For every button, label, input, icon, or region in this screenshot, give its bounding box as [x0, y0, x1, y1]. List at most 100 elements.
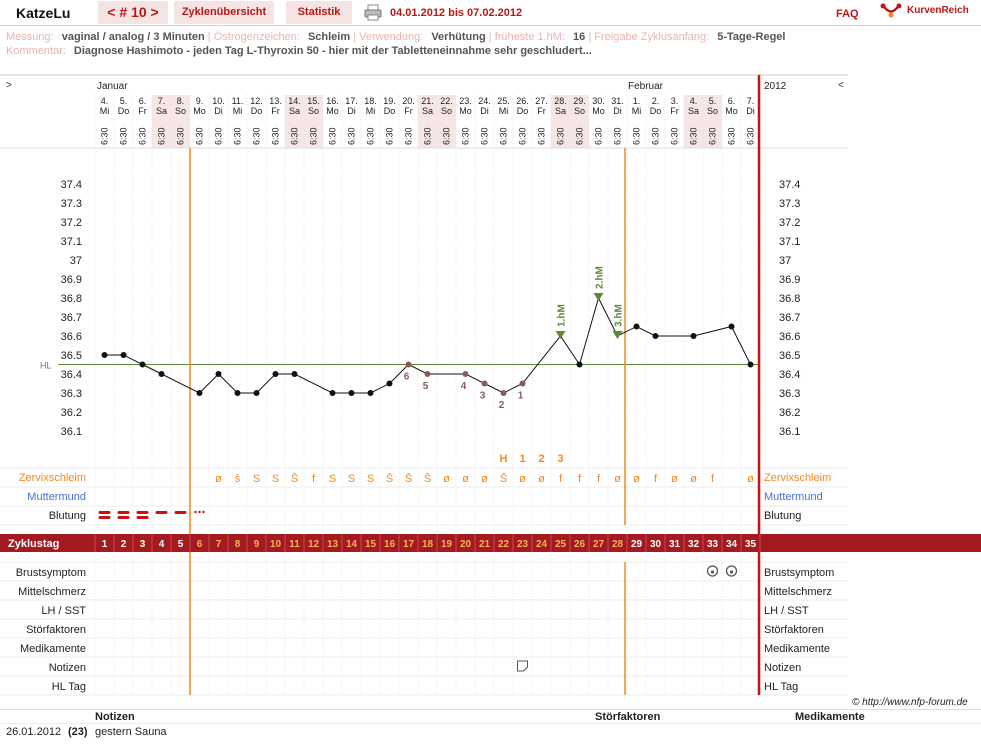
- cycle-day: 16: [384, 539, 396, 550]
- cycle-day: 21: [479, 539, 491, 550]
- y-tick-right: 36.1: [779, 426, 800, 438]
- day-weekday: Mi: [233, 106, 243, 116]
- nav-next[interactable]: <: [838, 80, 844, 91]
- y-tick-left: 36.4: [61, 369, 82, 381]
- spotting-mark: [198, 510, 201, 514]
- temperature-point: [196, 390, 203, 396]
- day-date: 24.: [478, 96, 491, 106]
- temperature-point: [500, 390, 507, 396]
- temperature-point: [405, 361, 412, 368]
- day-time: 6:30: [594, 127, 604, 145]
- day-weekday: Do: [384, 106, 396, 116]
- day-time: 6:30: [708, 127, 718, 145]
- day-date: 18.: [364, 96, 377, 106]
- cervix-value: S: [348, 473, 355, 485]
- bleeding-mark: [117, 511, 130, 514]
- day-weekday: Fr: [404, 106, 413, 116]
- cycle-day: 17: [403, 539, 415, 550]
- day-time: 6:30: [537, 127, 547, 145]
- day-date: 15.: [307, 96, 320, 106]
- day-weekday: Do: [650, 106, 662, 116]
- day-time: 6:30: [556, 127, 566, 145]
- cervix-value: ø: [519, 473, 526, 485]
- row-label-right-brust: Brustsymptom: [764, 567, 834, 579]
- day-date: 13.: [269, 96, 282, 106]
- copyright: © http://www.nfp-forum.de: [852, 697, 968, 708]
- day-weekday: Mo: [459, 106, 472, 116]
- day-time: 6:30: [328, 127, 338, 145]
- peak-label: 2: [538, 453, 544, 465]
- peak-label: 3: [557, 453, 563, 465]
- temperature-point: [633, 323, 640, 330]
- temperature-point: [101, 352, 108, 358]
- temperature-point: [424, 371, 431, 377]
- hl-label: HL: [40, 361, 52, 371]
- counted-day-label: 1: [518, 391, 524, 402]
- day-date: 12.: [250, 96, 263, 106]
- day-date: 5.: [120, 96, 128, 106]
- day-time: 6:30: [423, 127, 433, 145]
- cervix-value: ø: [671, 473, 678, 485]
- note-icon[interactable]: [517, 660, 528, 672]
- y-tick-left: 36.9: [61, 274, 82, 286]
- day-time: 6:30: [689, 127, 699, 145]
- hm-label: 2.hM: [595, 266, 606, 289]
- day-date: 21.: [421, 96, 434, 106]
- cervix-value: ø: [481, 473, 488, 485]
- cervix-value: f: [654, 473, 658, 485]
- day-weekday: Mo: [725, 106, 738, 116]
- row-label-muttermund: Muttermund: [27, 491, 86, 503]
- zyklustag-label: Zyklustag: [8, 538, 59, 550]
- day-date: 3.: [671, 96, 679, 106]
- y-tick-left: 36.6: [61, 331, 82, 343]
- bleeding-mark: [117, 516, 130, 519]
- temperature-point: [120, 352, 127, 358]
- day-weekday: Mo: [592, 106, 605, 116]
- temperature-line: [104, 296, 751, 394]
- hm-marker: [612, 331, 623, 339]
- hm-label: 1.hM: [557, 304, 568, 327]
- cycle-chart: > <Januar Februar 20124.Mi6:305.Do6:306.Fr6…: [0, 74, 981, 696]
- cervix-value: s̄: [235, 473, 241, 485]
- row-label-medi: Medikamente: [20, 643, 86, 655]
- day-weekday: Fr: [670, 106, 679, 116]
- day-time: 6:30: [613, 127, 623, 145]
- row-label-right-blutung: Blutung: [764, 510, 801, 522]
- day-weekday: Mi: [366, 106, 376, 116]
- cycle-day: 18: [422, 539, 434, 550]
- grid-lines: [0, 95, 848, 696]
- day-weekday: So: [707, 106, 718, 116]
- day-time: 6:30: [746, 127, 756, 145]
- day-date: 6.: [728, 96, 736, 106]
- cycle-day: 23: [517, 539, 529, 550]
- temperature-point: [329, 390, 336, 396]
- day-weekday: Mi: [632, 106, 642, 116]
- bleeding-mark: [136, 516, 149, 519]
- day-date: 1.: [633, 96, 641, 106]
- breast-symptom-dot: [729, 570, 734, 574]
- month-label-februar: Februar: [628, 81, 664, 92]
- day-weekday: Do: [251, 106, 263, 116]
- peak-label: H: [500, 453, 508, 465]
- day-date: 28.: [554, 96, 567, 106]
- nav-prev[interactable]: >: [6, 80, 12, 91]
- row-label-right-muttermund: Muttermund: [764, 491, 823, 503]
- day-weekday: Fr: [537, 106, 546, 116]
- day-date: 4.: [690, 96, 698, 106]
- spotting-mark: [202, 510, 205, 514]
- day-time: 6:30: [119, 127, 129, 145]
- day-time: 6:30: [632, 127, 642, 145]
- y-tick-left: 36.3: [61, 388, 82, 400]
- day-date: 2.: [652, 96, 660, 106]
- y-tick-right: 37: [779, 255, 791, 267]
- y-tick-right: 36.9: [779, 274, 800, 286]
- cycle-day: 22: [498, 539, 510, 550]
- cervix-value: f: [578, 473, 582, 485]
- cervix-value: f: [312, 473, 316, 485]
- day-time: 6:30: [442, 127, 452, 145]
- y-tick-right: 36.2: [779, 407, 800, 419]
- y-tick-right: 37.3: [779, 198, 800, 210]
- cycle-day: 24: [536, 539, 548, 550]
- day-time: 6:30: [233, 127, 243, 145]
- cervix-value: ø: [538, 473, 545, 485]
